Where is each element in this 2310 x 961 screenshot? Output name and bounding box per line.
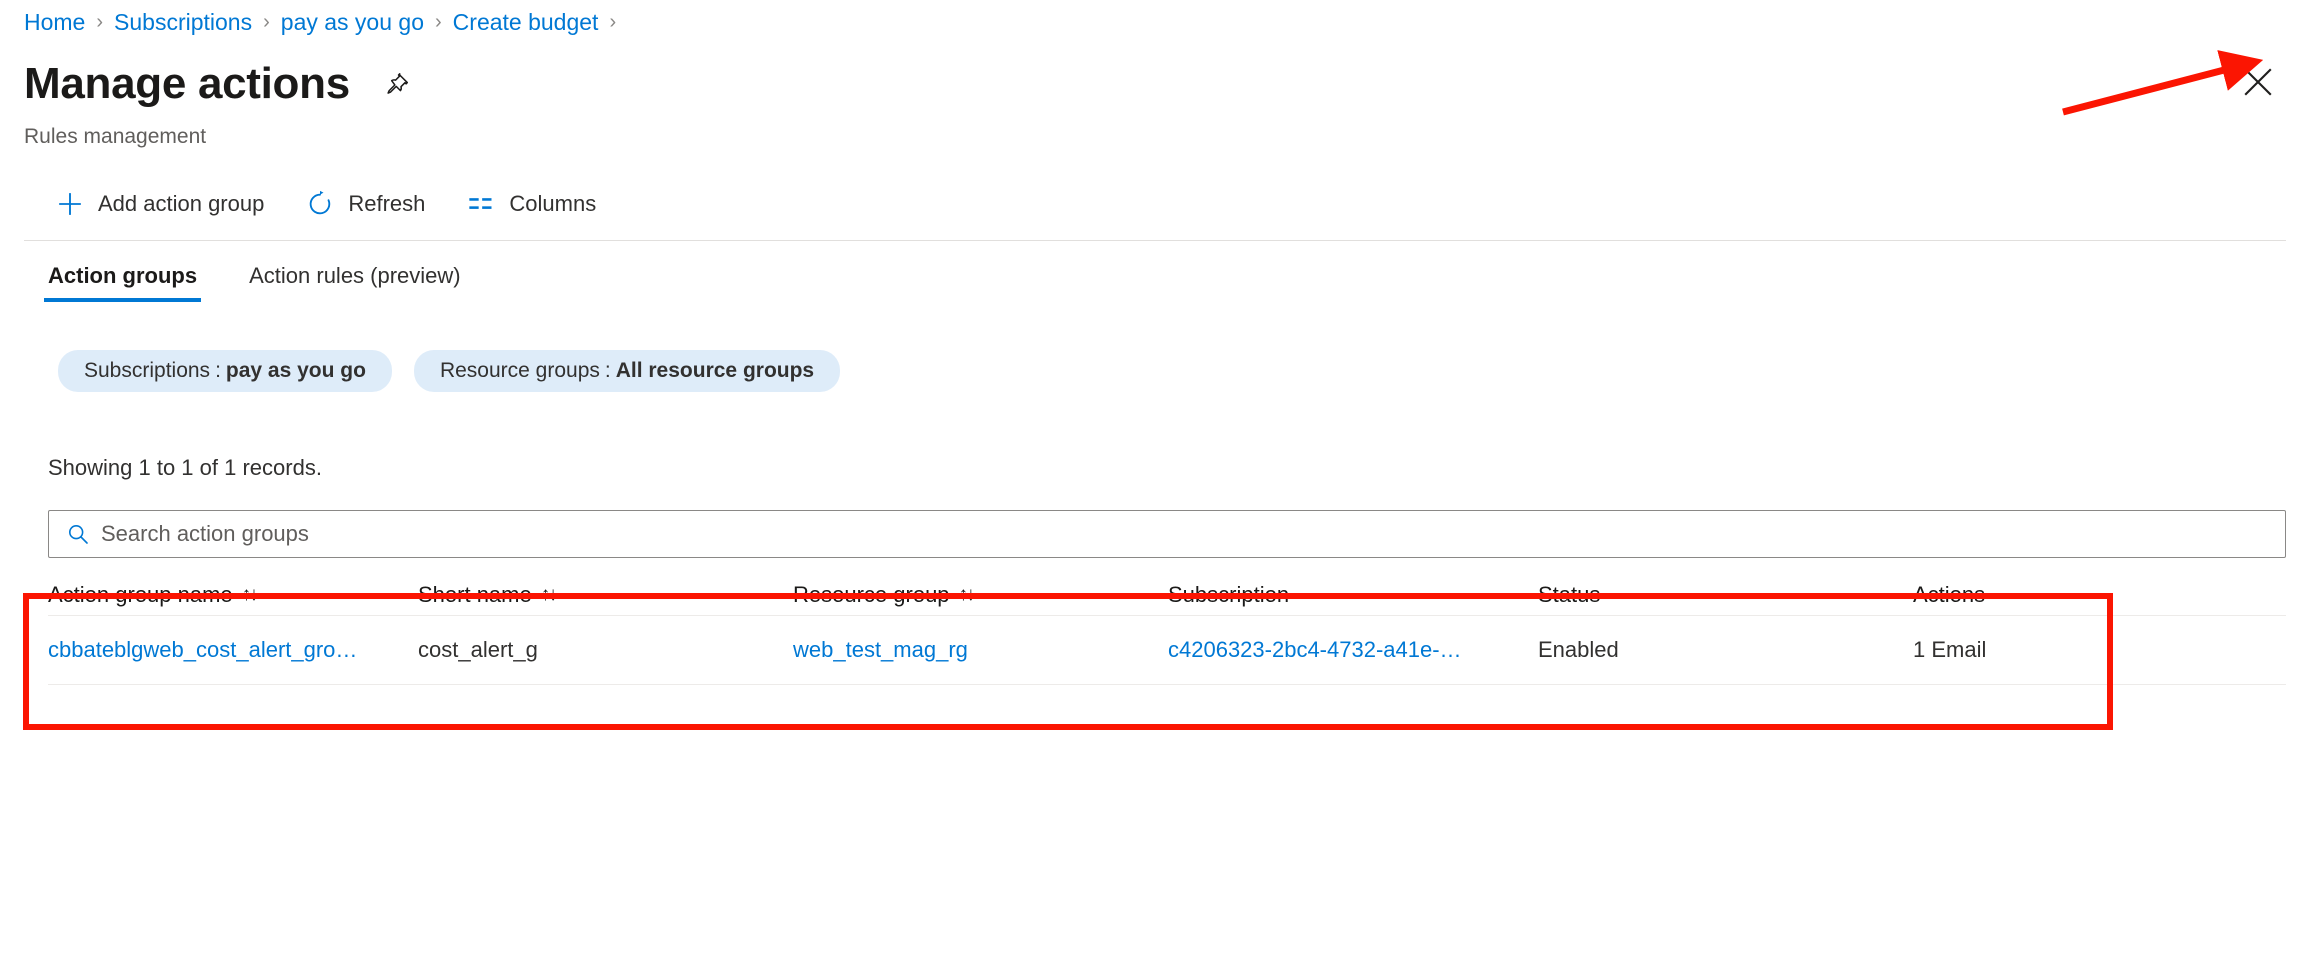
columns-button[interactable]: Columns bbox=[455, 180, 608, 228]
filter-pill-resource-groups-value: All resource groups bbox=[615, 359, 815, 382]
refresh-icon bbox=[306, 190, 334, 218]
filter-pill-resource-groups-key: Resource groups bbox=[439, 359, 600, 382]
pin-icon bbox=[387, 73, 408, 94]
breadcrumb-separator-icon: › bbox=[263, 11, 270, 33]
action-groups-table: Action group name ↑↓ Short name ↑↓ Resou… bbox=[48, 575, 2286, 685]
breadcrumb-item-subscriptions[interactable]: Subscriptions bbox=[114, 8, 252, 36]
tab-action-rules-preview[interactable]: Action rules (preview) bbox=[245, 262, 465, 302]
breadcrumb-separator-icon: › bbox=[609, 11, 617, 33]
add-action-group-label: Add action group bbox=[98, 191, 265, 216]
plus-icon bbox=[56, 190, 84, 218]
sort-icon: ↑↓ bbox=[241, 584, 259, 605]
column-header-status-label: Status bbox=[1538, 582, 1601, 607]
breadcrumb-item-home[interactable]: Home bbox=[24, 8, 85, 36]
cell-actions: 1 Email bbox=[1913, 637, 1987, 662]
page-title: Manage actions bbox=[24, 59, 350, 108]
column-header-short-name[interactable]: Short name ↑↓ bbox=[418, 582, 793, 608]
resource-group-link[interactable]: web_test_mag_rg bbox=[793, 637, 968, 662]
add-action-group-button[interactable]: Add action group bbox=[44, 180, 276, 228]
cell-action-group-name: cbbateblgweb_cost_alert_gro… bbox=[48, 637, 418, 663]
close-icon bbox=[2244, 68, 2272, 96]
search-box[interactable] bbox=[48, 510, 2286, 558]
breadcrumb-separator-icon: › bbox=[435, 11, 442, 33]
breadcrumb: Home › Subscriptions › pay as you go › C… bbox=[24, 8, 627, 36]
column-header-status[interactable]: Status bbox=[1538, 582, 1913, 608]
column-header-actions-label: Actions bbox=[1913, 582, 1986, 607]
tab-action-groups[interactable]: Action groups bbox=[44, 262, 202, 302]
filter-pill-subscriptions-value: pay as you go bbox=[225, 359, 366, 382]
filter-pill-resource-groups[interactable]: Resource groups : All resource groups bbox=[413, 350, 841, 392]
records-count-label: Showing 1 to 1 of 1 records. bbox=[48, 455, 322, 480]
column-header-resource-group-label: Resource group bbox=[793, 582, 950, 607]
cell-resource-group: web_test_mag_rg bbox=[793, 637, 1168, 663]
action-group-name-link[interactable]: cbbateblgweb_cost_alert_gro… bbox=[48, 637, 357, 662]
search-icon bbox=[65, 521, 91, 547]
column-header-short-name-label: Short name bbox=[418, 582, 532, 607]
columns-icon bbox=[467, 190, 495, 218]
breadcrumb-item-pay-as-you-go[interactable]: pay as you go bbox=[281, 8, 424, 36]
column-header-actions[interactable]: Actions bbox=[1913, 582, 2273, 608]
tab-list: Action groups Action rules (preview) bbox=[44, 262, 509, 302]
filter-pill-list: Subscriptions : pay as you go Resource g… bbox=[58, 350, 862, 392]
cell-subscription: c4206323-2bc4-4732-a41e-… bbox=[1168, 637, 1538, 663]
column-header-subscription[interactable]: Subscription bbox=[1168, 582, 1538, 608]
page-subtitle: Rules management bbox=[24, 125, 207, 148]
filter-pill-subscriptions[interactable]: Subscriptions : pay as you go bbox=[58, 350, 392, 392]
sort-icon: ↑↓ bbox=[958, 584, 976, 605]
table-row[interactable]: cbbateblgweb_cost_alert_gro… cost_alert_… bbox=[48, 615, 2286, 685]
refresh-button[interactable]: Refresh bbox=[294, 180, 437, 228]
subscription-link[interactable]: c4206323-2bc4-4732-a41e-… bbox=[1168, 637, 1462, 662]
cell-short-name: cost_alert_g bbox=[418, 637, 538, 662]
table-header-row: Action group name ↑↓ Short name ↑↓ Resou… bbox=[48, 575, 2286, 615]
filter-pill-resource-groups-separator: : bbox=[604, 359, 611, 382]
filter-pill-subscriptions-separator: : bbox=[215, 359, 221, 382]
columns-label: Columns bbox=[509, 191, 597, 216]
refresh-label: Refresh bbox=[348, 191, 426, 216]
command-bar: Add action group Refresh Columns bbox=[44, 180, 626, 228]
column-header-resource-group[interactable]: Resource group ↑↓ bbox=[793, 582, 1168, 608]
column-header-subscription-label: Subscription bbox=[1168, 582, 1290, 607]
breadcrumb-item-create-budget[interactable]: Create budget bbox=[453, 8, 599, 36]
pin-button[interactable] bbox=[380, 67, 414, 101]
filter-pill-subscriptions-key: Subscriptions bbox=[84, 359, 211, 382]
search-input[interactable] bbox=[101, 511, 2285, 557]
column-header-action-group-name[interactable]: Action group name ↑↓ bbox=[48, 582, 418, 608]
column-header-action-group-name-label: Action group name bbox=[48, 582, 233, 607]
close-button[interactable] bbox=[2238, 62, 2278, 102]
sort-icon: ↑↓ bbox=[540, 584, 558, 605]
breadcrumb-separator-icon: › bbox=[96, 11, 104, 33]
page-title-row: Manage actions bbox=[24, 58, 414, 110]
command-bar-divider bbox=[24, 240, 2286, 241]
cell-status: Enabled bbox=[1538, 637, 1619, 662]
